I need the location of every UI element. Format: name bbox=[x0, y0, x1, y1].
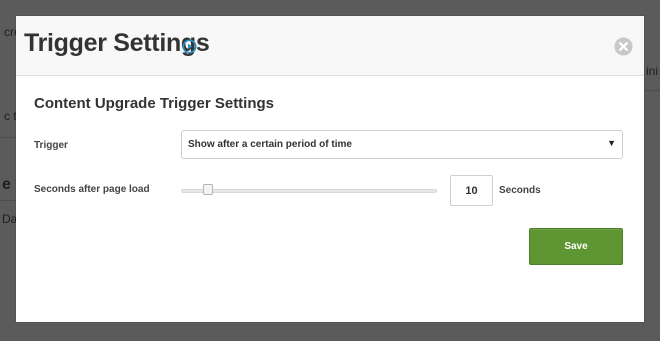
seconds-slider-handle[interactable] bbox=[203, 184, 213, 195]
trigger-select-value: Show after a certain period of time bbox=[188, 139, 352, 150]
trigger-label: Trigger bbox=[34, 140, 68, 151]
bg-fragment-2: c t bbox=[4, 109, 17, 123]
trigger-select[interactable]: Show after a certain period of time ▼ bbox=[181, 130, 623, 159]
close-icon[interactable] bbox=[614, 37, 633, 56]
section-title: Content Upgrade Trigger Settings bbox=[34, 95, 275, 112]
modal-body: Content Upgrade Trigger Settings Trigger… bbox=[16, 76, 644, 322]
seconds-input[interactable] bbox=[450, 175, 493, 206]
bg-fragment-3: e bbox=[2, 176, 11, 193]
bg-divider bbox=[644, 90, 660, 91]
trigger-settings-modal: Trigger Settings Content Upgrade Trigger… bbox=[16, 16, 644, 322]
modal-header: Trigger Settings bbox=[16, 16, 644, 76]
seconds-unit-label: Seconds bbox=[499, 185, 541, 196]
chevron-down-icon: ▼ bbox=[607, 138, 616, 148]
save-button[interactable]: Save bbox=[529, 228, 623, 265]
bg-fragment-right: ini bbox=[646, 64, 659, 78]
seconds-label: Seconds after page load bbox=[34, 184, 150, 195]
bg-divider bbox=[0, 137, 16, 138]
seconds-slider-track[interactable] bbox=[181, 189, 437, 193]
play-circle-icon[interactable] bbox=[182, 39, 197, 54]
bg-divider bbox=[0, 200, 16, 201]
